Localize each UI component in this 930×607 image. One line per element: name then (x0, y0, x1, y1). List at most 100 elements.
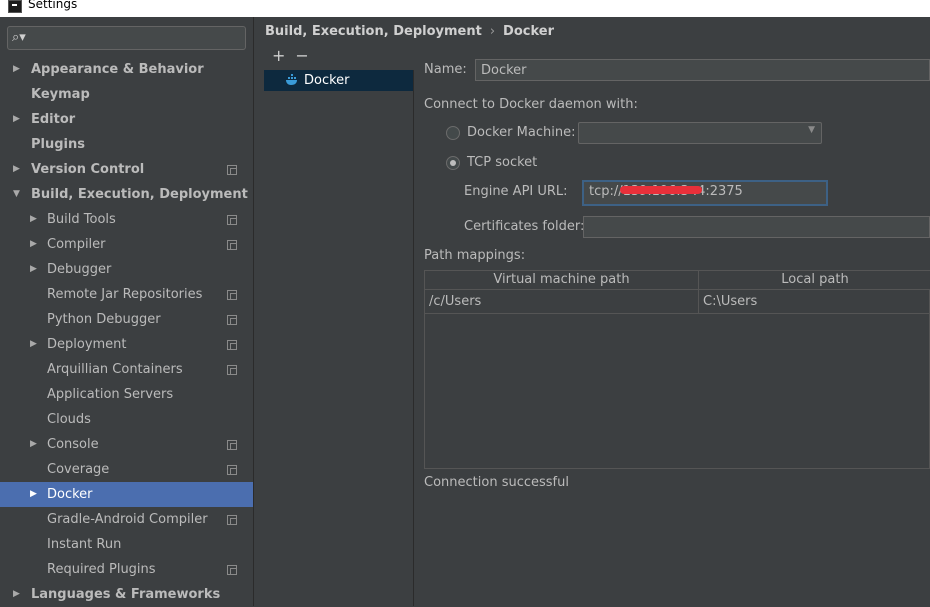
expand-arrow-icon[interactable]: ▶ (13, 107, 20, 132)
list-toolbar: + − (272, 46, 319, 65)
sidebar-item-deployment[interactable]: ▶ Deployment (0, 332, 253, 357)
sidebar-item-label: Version Control (31, 162, 145, 177)
expand-arrow-icon[interactable]: ▶ (30, 257, 37, 282)
sidebar-item-appearance-behavior[interactable]: ▶ Appearance & Behavior (0, 57, 253, 82)
project-settings-icon (227, 315, 237, 325)
name-field[interactable]: Docker (475, 59, 930, 81)
collapse-arrow-icon[interactable]: ▼ (13, 182, 20, 207)
sidebar-item-label: Remote Jar Repositories (47, 287, 203, 302)
sidebar-item-label: Clouds (47, 412, 91, 427)
project-settings-icon (227, 365, 237, 375)
name-label: Name: (424, 62, 467, 77)
sidebar-item-coverage[interactable]: Coverage (0, 457, 253, 482)
project-settings-icon (227, 240, 237, 250)
breadcrumb: Build, Execution, Deployment › Docker (265, 24, 554, 39)
column-divider (698, 271, 699, 313)
sidebar-item-docker[interactable]: ▶ Docker (0, 482, 253, 507)
breadcrumb-current: Docker (503, 24, 554, 39)
docker-icon (286, 74, 297, 85)
docker-config-list: Docker (264, 70, 414, 606)
docker-machine-label: Docker Machine: (467, 125, 576, 140)
connection-status: Connection successful (424, 475, 569, 490)
expand-arrow-icon[interactable]: ▶ (13, 157, 20, 182)
sidebar-item-remote-jar-repositories[interactable]: Remote Jar Repositories (0, 282, 253, 307)
add-button[interactable]: + (272, 46, 285, 65)
sidebar-item-label: Build, Execution, Deployment (31, 187, 248, 202)
sidebar-item-label: Python Debugger (47, 312, 161, 327)
sidebar-item-label: Console (47, 437, 99, 452)
sidebar-item-python-debugger[interactable]: Python Debugger (0, 307, 253, 332)
sidebar-item-label: Docker (47, 487, 93, 502)
engine-api-url-field[interactable]: tcp://139.196.3 .4:2375 (582, 180, 828, 206)
tcp-socket-radio[interactable] (446, 156, 460, 170)
project-settings-icon (227, 565, 237, 575)
sidebar-item-build-tools[interactable]: ▶ Build Tools (0, 207, 253, 232)
path-mappings-table: Virtual machine path Local path /c/Users… (424, 270, 930, 469)
chevron-down-icon: ▼ (808, 125, 815, 135)
sidebar-item-debugger[interactable]: ▶ Debugger (0, 257, 253, 282)
sidebar-item-keymap[interactable]: Keymap (0, 82, 253, 107)
sidebar-item-label: Appearance & Behavior (31, 62, 204, 77)
sidebar-item-console[interactable]: ▶ Console (0, 432, 253, 457)
tcp-socket-label: TCP socket (467, 155, 538, 170)
list-item-docker[interactable]: Docker (264, 70, 413, 91)
breadcrumb-parent[interactable]: Build, Execution, Deployment (265, 24, 482, 39)
column-header-vm-path[interactable]: Virtual machine path (425, 271, 698, 290)
connect-label: Connect to Docker daemon with: (424, 97, 638, 112)
sidebar-item-compiler[interactable]: ▶ Compiler (0, 232, 253, 257)
window-title: Settings (28, 0, 78, 11)
row-divider (425, 313, 930, 314)
project-settings-icon (227, 515, 237, 525)
sidebar-item-arquillian-containers[interactable]: Arquillian Containers (0, 357, 253, 382)
docker-machine-select[interactable]: ▼ (578, 122, 822, 144)
column-header-local-path[interactable]: Local path (699, 271, 930, 290)
project-settings-icon (227, 440, 237, 450)
sidebar-item-label: Deployment (47, 337, 127, 352)
sidebar-item-label: Keymap (31, 87, 90, 102)
expand-arrow-icon[interactable]: ▶ (30, 232, 37, 257)
expand-arrow-icon[interactable]: ▶ (30, 482, 37, 507)
search-input[interactable]: ⌕▾ (7, 26, 246, 50)
expand-arrow-icon[interactable]: ▶ (13, 582, 20, 607)
expand-arrow-icon[interactable]: ▶ (13, 57, 20, 82)
sidebar-item-plugins[interactable]: Plugins (0, 132, 253, 157)
title-bar: Settings (0, 0, 930, 17)
list-item-label: Docker (304, 73, 350, 88)
path-mappings-label: Path mappings: (424, 248, 526, 263)
sidebar-item-application-servers[interactable]: Application Servers (0, 382, 253, 407)
project-settings-icon (227, 165, 237, 175)
expand-arrow-icon[interactable]: ▶ (30, 207, 37, 232)
sidebar-item-editor[interactable]: ▶ Editor (0, 107, 253, 132)
project-settings-icon (227, 215, 237, 225)
sidebar-item-label: Application Servers (47, 387, 174, 402)
expand-arrow-icon[interactable]: ▶ (30, 332, 37, 357)
sidebar-item-version-control[interactable]: ▶ Version Control (0, 157, 253, 182)
sidebar-item-instant-run[interactable]: Instant Run (0, 532, 253, 557)
expand-arrow-icon[interactable]: ▶ (30, 432, 37, 457)
project-settings-icon (227, 290, 237, 300)
sidebar-item-build-execution-deployment[interactable]: ▼ Build, Execution, Deployment (0, 182, 253, 207)
sidebar-item-label: Plugins (31, 137, 85, 152)
sidebar-item-languages-frameworks[interactable]: ▶ Languages & Frameworks (0, 582, 253, 607)
sidebar-item-label: Instant Run (47, 537, 122, 552)
sidebar-item-label: Gradle-Android Compiler (47, 512, 208, 527)
project-settings-icon (227, 465, 237, 475)
sidebar-item-label: Debugger (47, 262, 112, 277)
certificates-folder-field[interactable] (583, 216, 930, 238)
remove-button[interactable]: − (295, 46, 308, 65)
sidebar-item-label: Required Plugins (47, 562, 156, 577)
table-cell-local-path[interactable]: C:\Users (699, 290, 930, 313)
sidebar-item-gradle-android-compiler[interactable]: Gradle-Android Compiler (0, 507, 253, 532)
sidebar-item-label: Editor (31, 112, 76, 127)
search-icon: ⌕▾ (12, 30, 26, 45)
engine-api-url-label: Engine API URL: (464, 184, 568, 199)
sidebar-item-label: Build Tools (47, 212, 116, 227)
sidebar-item-label: Arquillian Containers (47, 362, 183, 377)
sidebar-item-required-plugins[interactable]: Required Plugins (0, 557, 253, 582)
settings-sidebar: ⌕▾ ▶ Appearance & Behavior Keymap ▶ Edit… (0, 17, 254, 606)
sidebar-item-label: Coverage (47, 462, 110, 477)
docker-machine-radio[interactable] (446, 126, 460, 140)
sidebar-item-clouds[interactable]: Clouds (0, 407, 253, 432)
table-cell-vm-path[interactable]: /c/Users (425, 290, 698, 313)
project-settings-icon (227, 340, 237, 350)
